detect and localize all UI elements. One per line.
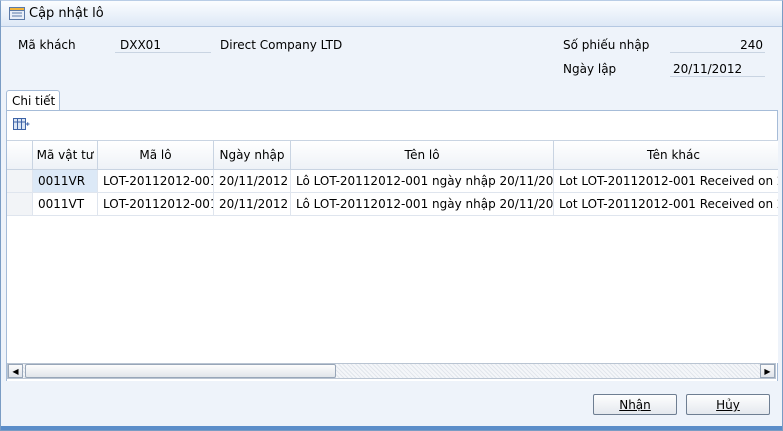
column-header-other-name[interactable]: Tên khác xyxy=(554,141,778,170)
window-bottom-border xyxy=(1,426,782,430)
customer-code-label: Mã khách xyxy=(18,38,76,52)
receipt-number-label: Số phiếu nhập xyxy=(563,38,650,52)
grid-header: Mã vật tư Mã lô Ngày nhập Tên lô Tên khá… xyxy=(7,140,778,170)
horizontal-scrollbar[interactable]: ◀ ▶ xyxy=(7,363,776,379)
update-lot-window: Cập nhật lô Mã khách DXX01 Direct Compan… xyxy=(0,0,783,431)
cell-receive-date[interactable]: 20/11/2012 xyxy=(214,170,291,192)
date-label: Ngày lập xyxy=(563,62,617,76)
column-header-lot-name[interactable]: Tên lô xyxy=(291,141,554,170)
date-field[interactable]: 20/11/2012 xyxy=(673,62,742,76)
cell-lot-code[interactable]: LOT-20112012-001 xyxy=(98,193,214,215)
cell-material-code[interactable]: 0011VT xyxy=(33,193,98,215)
cancel-button[interactable]: Hủy xyxy=(686,394,770,415)
column-header-receive-date[interactable]: Ngày nhập xyxy=(214,141,291,170)
tab-details[interactable]: Chi tiết xyxy=(6,90,60,111)
tab-details-label: Chi tiết xyxy=(12,94,56,108)
column-header-material-code[interactable]: Mã vật tư xyxy=(33,141,98,170)
window-title: Cập nhật lô xyxy=(29,6,104,21)
cell-lot-name[interactable]: Lô LOT-20112012-001 ngày nhập 20/11/201 xyxy=(291,170,554,192)
row-header[interactable] xyxy=(7,170,33,192)
scroll-right-button[interactable]: ▶ xyxy=(760,364,775,378)
table-row[interactable]: 0011VR LOT-20112012-001 20/11/2012 Lô LO… xyxy=(7,170,778,193)
customer-code-underline xyxy=(115,52,211,53)
cell-lot-code[interactable]: LOT-20112012-001 xyxy=(98,170,214,192)
table-row[interactable]: 0011VT LOT-20112012-001 20/11/2012 Lô LO… xyxy=(7,193,778,216)
date-underline xyxy=(670,76,765,77)
cell-other-name[interactable]: Lot LOT-20112012-001 Received on 2 xyxy=(554,193,778,215)
column-header-lot-code[interactable]: Mã lô xyxy=(98,141,214,170)
customer-code-field[interactable]: DXX01 xyxy=(120,38,161,52)
ok-button[interactable]: Nhận xyxy=(593,394,677,415)
scroll-thumb[interactable] xyxy=(25,364,336,378)
receipt-number-field[interactable]: 240 xyxy=(670,38,763,52)
window-app-icon xyxy=(9,7,25,20)
row-header[interactable] xyxy=(7,193,33,215)
title-bar: Cập nhật lô xyxy=(1,1,782,27)
cell-receive-date[interactable]: 20/11/2012 xyxy=(214,193,291,215)
row-header-corner xyxy=(7,141,33,170)
lot-grid[interactable]: Mã vật tư Mã lô Ngày nhập Tên lô Tên khá… xyxy=(7,140,778,363)
scroll-left-button[interactable]: ◀ xyxy=(8,364,23,378)
cell-material-code[interactable]: 0011VR xyxy=(33,170,98,192)
cell-lot-name[interactable]: Lô LOT-20112012-001 ngày nhập 20/11/201 xyxy=(291,193,554,215)
customer-name: Direct Company LTD xyxy=(220,38,343,52)
cell-other-name[interactable]: Lot LOT-20112012-001 Received on 2 xyxy=(554,170,778,192)
receipt-number-underline xyxy=(670,52,765,53)
grid-columns-icon[interactable] xyxy=(13,117,30,131)
